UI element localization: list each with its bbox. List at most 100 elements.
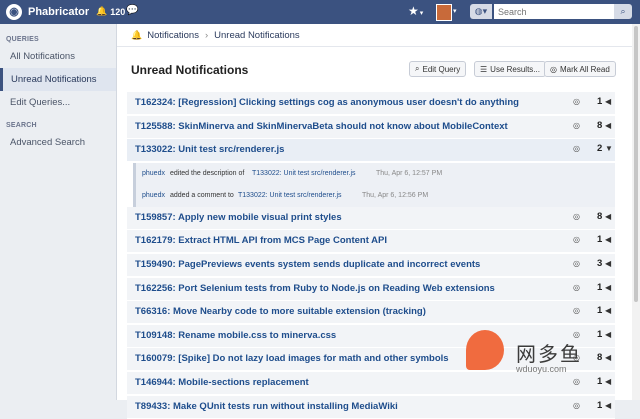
notification-row[interactable]: T162179: Extract HTML API from MCS Page … xyxy=(127,230,615,254)
queries-header: QUERIES xyxy=(6,36,39,43)
scrollbar[interactable] xyxy=(632,24,640,400)
mark-all-read-button[interactable]: ◎ Mark All Read xyxy=(544,61,616,77)
detail-time: Thu, Apr 6, 12:56 PM xyxy=(362,191,429,199)
scrollbar-thumb[interactable] xyxy=(634,26,638,302)
use-results-button[interactable]: ☰ Use Results... xyxy=(474,61,546,77)
notification-count: 2 xyxy=(597,143,603,155)
notification-count: 1 xyxy=(597,399,603,411)
notification-title[interactable]: T162179: Extract HTML API from MCS Page … xyxy=(135,235,387,246)
collapse-arrow-icon[interactable]: ▼ xyxy=(605,144,613,153)
expand-arrow-icon[interactable]: ◀ xyxy=(605,212,611,221)
expand-arrow-icon[interactable]: ◀ xyxy=(605,283,611,292)
notification-row[interactable]: T159857: Apply new mobile visual print s… xyxy=(127,206,615,230)
watermark-url: wduoyu.com xyxy=(516,364,567,374)
eye-slash-icon[interactable]: ◎ xyxy=(573,401,580,410)
globe-icon: ◍ xyxy=(474,6,483,16)
notification-title[interactable]: T109148: Rename mobile.css to minerva.cs… xyxy=(135,330,336,341)
phabricator-logo-icon: ◉ xyxy=(6,4,22,20)
notification-count: 8 xyxy=(597,119,603,131)
bell-icon: 🔔 xyxy=(131,29,143,40)
eye-slash-icon[interactable]: ◎ xyxy=(573,212,580,221)
notification-detail: phuedx added a comment to T133022: Unit … xyxy=(133,184,615,207)
watermark-text: 网多鱼 xyxy=(516,342,582,366)
notification-row[interactable]: T159490: PagePreviews events system send… xyxy=(127,253,615,277)
detail-action: edited the description of xyxy=(170,169,245,177)
breadcrumb-current: Unread Notifications xyxy=(214,29,300,41)
notification-title[interactable]: T162324: [Regression] Clicking settings … xyxy=(135,97,519,108)
edit-query-label: Edit Query xyxy=(422,64,461,74)
notification-count: 8 xyxy=(597,210,603,222)
notification-count: 1 xyxy=(597,96,603,107)
favorites-button[interactable]: ★▾ xyxy=(408,4,423,18)
expand-arrow-icon[interactable]: ◀ xyxy=(605,235,611,244)
sidebar-item-advanced-search[interactable]: Advanced Search xyxy=(0,131,116,154)
top-navbar: ◉ Phabricator 🔔 120 💬 ★▾ ▾ ◍▾ ⌕ xyxy=(0,0,640,24)
notification-row[interactable]: T162324: [Regression] Clicking settings … xyxy=(127,92,615,115)
notification-title[interactable]: T125588: SkinMinerva and SkinMinervaBeta… xyxy=(135,121,508,132)
notification-title[interactable]: T160079: [Spike] Do not lazy load images… xyxy=(135,353,449,364)
detail-user[interactable]: phuedx xyxy=(142,192,165,199)
notification-row[interactable]: T66316: Move Nearby code to more suitabl… xyxy=(127,301,615,325)
detail-task[interactable]: T133022: Unit test src/renderer.js xyxy=(238,192,342,199)
expand-arrow-icon[interactable]: ◀ xyxy=(605,121,611,130)
expand-arrow-icon[interactable]: ◀ xyxy=(605,97,611,106)
detail-time: Thu, Apr 6, 12:57 PM xyxy=(376,169,443,177)
notification-title[interactable]: T162256: Port Selenium tests from Ruby t… xyxy=(135,283,495,294)
search-input[interactable] xyxy=(494,4,618,19)
search-button[interactable]: ⌕ xyxy=(614,4,632,19)
notification-count: 120 xyxy=(110,6,126,17)
sidebar-item-all-notifications[interactable]: All Notifications xyxy=(0,45,116,68)
notification-row[interactable]: T89433: Make QUnit tests run without ins… xyxy=(127,395,615,419)
eye-slash-icon[interactable]: ◎ xyxy=(573,97,580,106)
use-results-label: Use Results... xyxy=(490,64,540,74)
chevron-right-icon: › xyxy=(204,29,209,41)
eye-slash-icon[interactable]: ◎ xyxy=(573,306,580,315)
notifications-button[interactable]: 🔔 120 xyxy=(96,6,125,17)
eye-slash-icon[interactable]: ◎ xyxy=(573,283,580,292)
eye-slash-icon: ◎ xyxy=(550,64,557,74)
search-icon: ⌕ xyxy=(415,64,420,73)
eye-slash-icon[interactable]: ◎ xyxy=(573,259,580,268)
eye-slash-icon[interactable]: ◎ xyxy=(573,235,580,244)
bell-icon: 🔔 xyxy=(96,6,108,16)
user-avatar[interactable] xyxy=(436,4,452,21)
breadcrumb-root[interactable]: Notifications xyxy=(147,30,199,41)
chat-icon[interactable]: 💬 xyxy=(126,5,138,16)
edit-query-button[interactable]: ⌕ Edit Query xyxy=(409,61,467,77)
star-icon: ★ xyxy=(408,4,419,18)
eye-slash-icon[interactable]: ◎ xyxy=(573,144,580,153)
notification-detail: phuedx edited the description of T133022… xyxy=(133,162,615,185)
notification-row[interactable]: T133022: Unit test src/renderer.js ◎ 2 ▼ xyxy=(127,139,615,163)
mark-all-read-label: Mark All Read xyxy=(559,64,610,74)
notification-title[interactable]: T146944: Mobile-sections replacement xyxy=(135,377,309,388)
search-icon: ⌕ xyxy=(620,6,626,16)
detail-user[interactable]: phuedx xyxy=(142,170,165,177)
notification-count: 1 xyxy=(597,234,603,246)
expand-arrow-icon[interactable]: ◀ xyxy=(605,306,611,315)
sidebar-item-unread-notifications[interactable]: Unread Notifications xyxy=(0,68,116,91)
expand-arrow-icon[interactable]: ◀ xyxy=(605,259,611,268)
detail-task[interactable]: T133022: Unit test src/renderer.js xyxy=(252,170,356,177)
eye-slash-icon[interactable]: ◎ xyxy=(573,121,580,130)
page-title: Unread Notifications xyxy=(131,63,249,77)
page-header: Unread Notifications ⌕ Edit Query ☰ Use Re… xyxy=(131,61,621,81)
notification-row[interactable]: T162256: Port Selenium tests from Ruby t… xyxy=(127,277,615,301)
home-link[interactable]: ◉ Phabricator xyxy=(6,3,89,21)
sidebar: QUERIES All Notifications Unread Notific… xyxy=(0,24,117,400)
notification-title[interactable]: T89433: Make QUnit tests run without ins… xyxy=(135,401,398,412)
notification-title[interactable]: T159857: Apply new mobile visual print s… xyxy=(135,212,342,223)
caret-down-icon: ▾ xyxy=(419,10,424,17)
search-header: SEARCH xyxy=(6,122,37,129)
search-scope-button[interactable]: ◍▾ xyxy=(470,4,492,19)
brand-name: Phabricator xyxy=(28,6,90,18)
sidebar-item-edit-queries[interactable]: Edit Queries... xyxy=(0,91,116,114)
avatar-caret-icon[interactable]: ▾ xyxy=(453,7,457,15)
notification-title[interactable]: T133022: Unit test src/renderer.js xyxy=(135,144,284,155)
notification-count: 1 xyxy=(597,281,603,293)
expand-arrow-icon[interactable]: ◀ xyxy=(605,401,611,410)
notification-title[interactable]: T159490: PagePreviews events system send… xyxy=(135,259,480,270)
fish-logo-icon xyxy=(466,330,504,370)
watermark: 网多鱼 wduoyu.com xyxy=(466,330,616,380)
notification-title[interactable]: T66316: Move Nearby code to more suitabl… xyxy=(135,306,426,317)
notification-row[interactable]: T125588: SkinMinerva and SkinMinervaBeta… xyxy=(127,115,615,139)
